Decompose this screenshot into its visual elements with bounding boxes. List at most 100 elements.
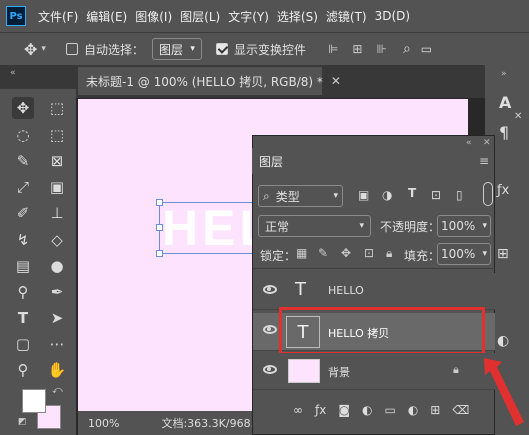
show-transform-checkbox[interactable] — [215, 43, 228, 55]
visibility-eye-icon[interactable] — [263, 285, 277, 294]
document-tab[interactable]: 未标题-1 @ 100% (HELLO 拷贝, RGB/8) * ✕ — [78, 67, 341, 95]
more-tools-icon[interactable]: ⋯ — [46, 333, 68, 355]
styles-panel-icon[interactable]: ƒx — [497, 183, 509, 198]
filter-smart-object-icon[interactable]: ▯ — [456, 188, 463, 202]
hand-tool-icon[interactable]: ✋ — [46, 359, 68, 381]
opacity-label: 不透明度： — [380, 220, 441, 234]
default-colors-icon[interactable]: ◩ — [18, 417, 27, 427]
filter-shape-icon[interactable]: ⊡ — [431, 188, 441, 202]
menu-edit[interactable]: 编辑(E) — [82, 8, 131, 25]
eyedropper-tool-icon[interactable]: ⤢ — [12, 176, 34, 198]
align-right-icon[interactable]: ⊪ — [376, 42, 386, 56]
transform-handle[interactable] — [156, 199, 163, 206]
adjustment-layer-icon[interactable]: ◐ — [362, 403, 372, 417]
opacity-input[interactable]: 100% ▾ — [437, 215, 491, 237]
zoom-tool-icon[interactable]: ⚲ — [12, 359, 34, 381]
menu-image[interactable]: 图像(I) — [131, 8, 176, 25]
chevron-down-icon: ▾ — [482, 221, 487, 231]
workspace-icon[interactable]: ▭ — [421, 42, 432, 56]
auto-select-label: 自动选择： — [83, 42, 144, 57]
close-icon[interactable]: ✕ — [514, 111, 522, 122]
new-group-icon[interactable]: ▭ — [384, 403, 395, 417]
fill-input[interactable]: 100% ▾ — [437, 243, 491, 265]
adjustment-layer-icon[interactable]: ◐ — [408, 403, 418, 417]
stamp-tool-icon[interactable]: ⊥ — [46, 202, 68, 224]
history-brush-tool-icon[interactable]: ↯ — [12, 229, 34, 251]
tool-preset-chevron-icon[interactable]: ▾ — [41, 44, 46, 54]
align-center-icon[interactable]: ⊞ — [352, 42, 362, 56]
object-select-tool-icon[interactable]: ⬚ — [46, 124, 68, 146]
pen-tool-icon[interactable]: ✒ — [46, 281, 68, 303]
align-left-icon[interactable]: ⊫ — [328, 42, 338, 56]
gradient-tool-icon[interactable]: ▤ — [12, 255, 34, 277]
panel-menu-icon[interactable]: ≡ — [479, 154, 489, 168]
transform-handle[interactable] — [156, 224, 163, 231]
chevron-down-icon: ▾ — [333, 191, 338, 201]
character-panel-icon[interactable]: A — [499, 93, 511, 112]
lock-transparent-icon[interactable]: ▦ — [296, 246, 307, 260]
path-select-tool-icon[interactable]: ➤ — [46, 307, 68, 329]
add-mask-icon[interactable]: ◙ — [338, 403, 350, 417]
swap-colors-icon[interactable]: ⤺ — [52, 385, 63, 396]
adjustments-icon[interactable]: ◐ — [497, 333, 509, 349]
visibility-eye-icon[interactable] — [263, 325, 277, 334]
menu-3d[interactable]: 3D(D) — [371, 9, 414, 23]
brush-tool-icon[interactable]: ✐ — [12, 202, 34, 224]
lasso-tool-icon[interactable]: ◌ — [12, 124, 34, 146]
transform-handle[interactable] — [156, 250, 163, 257]
filter-toggle-icon[interactable] — [483, 182, 493, 206]
layer-filter-dropdown[interactable]: ⌕ 类型 ▾ — [258, 185, 343, 207]
layer-row[interactable]: 背景 🔒︎ — [253, 353, 495, 390]
layer-name[interactable]: 背景 — [328, 364, 350, 380]
layer-style-icon[interactable]: ƒx — [315, 403, 326, 417]
grid-panel-icon[interactable]: ⊞ — [497, 246, 509, 262]
collapse-arrows-icon[interactable]: « — [10, 68, 16, 78]
lock-position-icon[interactable]: ✥ — [341, 246, 351, 260]
lock-icon: 🔒︎ — [453, 363, 459, 376]
lock-all-icon[interactable]: 🔒︎ — [386, 246, 392, 261]
eraser-tool-icon[interactable]: ◇ — [46, 229, 68, 251]
lock-artboard-icon[interactable]: ⊡ — [364, 246, 374, 260]
layers-tab[interactable]: 图层 — [252, 148, 290, 174]
type-tool-icon[interactable]: T — [12, 307, 34, 329]
crop-tool-icon[interactable]: ⊠ — [46, 150, 68, 172]
menu-bar: Ps 文件(F) 编辑(E) 图像(I) 图层(L) 文字(Y) 选择(S) 滤… — [0, 0, 529, 32]
marquee-tool-icon[interactable]: ⬚ — [46, 97, 68, 119]
dodge-tool-icon[interactable]: ⚲ — [12, 281, 34, 303]
link-layers-icon[interactable]: ∞ — [293, 403, 303, 417]
paragraph-panel-icon[interactable]: ¶ — [499, 123, 509, 142]
blend-mode-dropdown[interactable]: 正常 ▾ — [258, 215, 371, 237]
collapse-arrows-icon[interactable]: » — [501, 69, 507, 79]
brush-selection-tool-icon[interactable]: ✎ — [12, 150, 34, 172]
visibility-eye-icon[interactable] — [263, 365, 277, 374]
new-layer-icon[interactable]: ⊞ — [430, 403, 440, 417]
opacity-value: 100% — [441, 219, 476, 233]
move-tool-icon[interactable]: ✥ — [24, 40, 37, 59]
shape-tool-icon[interactable]: ▢ — [12, 333, 34, 355]
layer-name[interactable]: HELLO — [328, 284, 364, 297]
foreground-color-swatch[interactable] — [22, 389, 46, 413]
search-icon[interactable]: ⌕ — [403, 41, 411, 57]
move-tool-icon[interactable]: ✥ — [12, 97, 34, 119]
layer-row[interactable]: T HELLO — [253, 273, 495, 310]
show-transform-label: 显示变换控件 — [233, 42, 306, 57]
menu-layer[interactable]: 图层(L) — [176, 8, 224, 25]
filter-adjustment-icon[interactable]: ◑ — [382, 188, 392, 202]
menu-file[interactable]: 文件(F) — [34, 8, 82, 25]
filter-type-icon[interactable]: T — [408, 186, 416, 200]
close-icon[interactable]: ✕ — [483, 138, 491, 148]
lock-label: 锁定： — [260, 249, 297, 263]
blur-tool-icon[interactable]: ● — [46, 255, 68, 277]
menu-select[interactable]: 选择(S) — [273, 8, 322, 25]
filter-pixel-icon[interactable]: ▣ — [358, 188, 369, 202]
delete-layer-icon[interactable]: ⌫ — [452, 403, 469, 417]
close-icon[interactable]: ✕ — [331, 74, 341, 88]
menu-type[interactable]: 文字(Y) — [224, 8, 273, 25]
menu-filter[interactable]: 滤镜(T) — [322, 8, 371, 25]
lock-pixels-icon[interactable]: ✎ — [318, 246, 328, 260]
collapse-arrows-icon[interactable]: « — [466, 138, 472, 148]
zoom-level[interactable]: 100% — [88, 417, 119, 430]
auto-select-dropdown[interactable]: 图层 ▾ — [151, 38, 202, 60]
frame-tool-icon[interactable]: ▣ — [46, 176, 68, 198]
auto-select-checkbox[interactable] — [65, 43, 78, 55]
